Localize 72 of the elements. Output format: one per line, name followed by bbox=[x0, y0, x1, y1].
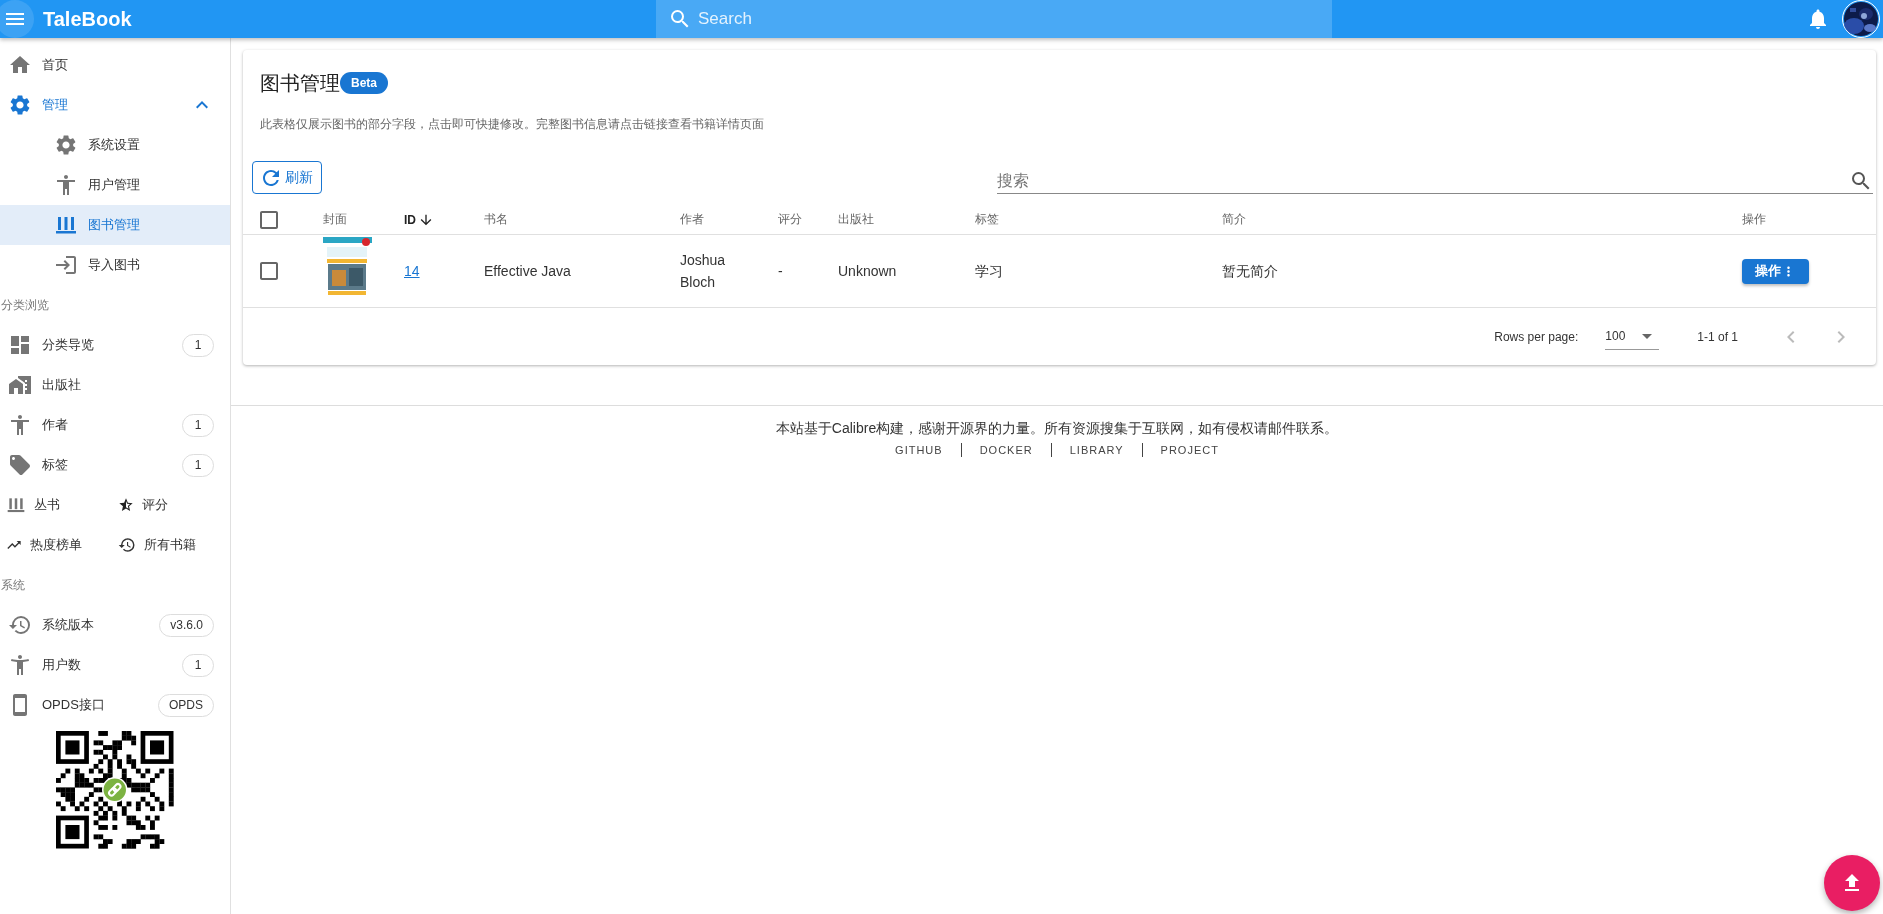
history-icon bbox=[8, 613, 32, 637]
checkbox[interactable] bbox=[257, 259, 281, 283]
table-cell-text: Unknown bbox=[837, 262, 898, 281]
column-header: 简介 bbox=[1222, 211, 1246, 228]
section-title: 分类浏览 bbox=[0, 296, 50, 314]
section-title: 系统 bbox=[0, 576, 26, 594]
gear-icon bbox=[54, 133, 78, 157]
nav-item[interactable]: 丛书 bbox=[0, 485, 112, 525]
column-header: 评分 bbox=[778, 211, 802, 228]
footer-link[interactable]: GITHUB bbox=[877, 444, 961, 456]
table-cell-text: - bbox=[777, 262, 784, 281]
footer-link[interactable]: PROJECT bbox=[1142, 444, 1237, 456]
search-field[interactable]: 搜索 bbox=[997, 168, 1873, 194]
nav-item[interactable]: 导入图书 bbox=[0, 245, 230, 285]
nav-item[interactable]: 所有书籍 bbox=[112, 525, 224, 565]
table-cell-text: Joshua Bloch bbox=[679, 251, 727, 292]
nav-item[interactable]: 出版社 bbox=[0, 365, 230, 405]
column-header: 标签 bbox=[975, 211, 999, 228]
tag-icon bbox=[8, 453, 32, 477]
houses-icon bbox=[8, 373, 32, 397]
avatar-button[interactable] bbox=[1842, 0, 1880, 38]
search-input[interactable]: 搜索 bbox=[997, 171, 1849, 190]
nav-item[interactable]: 图书管理 bbox=[0, 205, 230, 245]
column-header: 出版社 bbox=[838, 211, 874, 228]
rows-per-page-select[interactable]: 100 bbox=[1605, 323, 1660, 350]
nav-item[interactable]: 作者 1 bbox=[0, 405, 230, 445]
caret-icon bbox=[1642, 333, 1653, 339]
figure-icon bbox=[54, 173, 78, 197]
column-header: 封面 bbox=[323, 211, 347, 228]
action-button[interactable]: 操作 bbox=[1742, 258, 1809, 284]
nav-item[interactable]: 评分 bbox=[112, 485, 224, 525]
description: 此表格仅展示图书的部分字段，点击即可快捷修改。完整图书信息请点击链接查看书籍详情页面 bbox=[260, 116, 765, 133]
nav-item[interactable]: 用户管理 bbox=[0, 165, 230, 205]
half-star-icon bbox=[118, 497, 134, 513]
rows-per-page-label: Rows per page: bbox=[1494, 329, 1579, 344]
nav-item[interactable]: 管理 bbox=[0, 85, 230, 125]
figure-icon bbox=[8, 413, 32, 437]
footer-link[interactable]: LIBRARY bbox=[1051, 444, 1142, 456]
nav-item[interactable]: OPDS接口 OPDS bbox=[0, 685, 230, 725]
figure-icon bbox=[8, 653, 32, 677]
nav-item[interactable]: 系统设置 bbox=[0, 125, 230, 165]
column-header: 作者 bbox=[680, 211, 704, 228]
column-header: 书名 bbox=[484, 211, 508, 228]
footer-link[interactable]: DOCKER bbox=[961, 444, 1051, 456]
refresh-button[interactable]: 刷新 bbox=[252, 161, 322, 194]
table-cell-text: Effective Java bbox=[483, 262, 572, 281]
id-link[interactable]: 14 bbox=[404, 263, 420, 279]
search-input[interactable]: Search bbox=[696, 8, 1332, 30]
menu-button[interactable] bbox=[0, 0, 34, 38]
link-icon bbox=[102, 777, 128, 803]
table-cell-text: 暂无简介 bbox=[1221, 262, 1279, 281]
nav-item[interactable]: 首页 bbox=[0, 45, 230, 85]
upload-button[interactable] bbox=[1824, 855, 1880, 911]
column-header: 操作 bbox=[1742, 211, 1766, 228]
app-title: TaleBook bbox=[43, 7, 133, 31]
gear-icon bbox=[8, 93, 32, 117]
nav-item[interactable]: 热度榜单 bbox=[0, 525, 112, 565]
page-title: 图书管理 bbox=[260, 71, 340, 96]
shelf-icon bbox=[6, 495, 26, 515]
tiles-icon bbox=[8, 333, 32, 357]
enter-icon bbox=[54, 253, 78, 277]
page-range: 1-1 of 1 bbox=[1697, 329, 1738, 344]
column-header[interactable]: ID bbox=[404, 212, 416, 227]
nav-item[interactable]: 用户数 1 bbox=[0, 645, 230, 685]
table-cell-text: 学习 bbox=[974, 262, 1004, 281]
nav-item[interactable]: 分类导览 1 bbox=[0, 325, 230, 365]
history-icon bbox=[118, 536, 136, 554]
beta-badge: Beta bbox=[340, 72, 388, 94]
nav-item[interactable]: 系统版本 v3.6.0 bbox=[0, 605, 230, 645]
search-field[interactable]: Search bbox=[656, 0, 1332, 38]
nav-item[interactable]: 标签 1 bbox=[0, 445, 230, 485]
footer-text: 本站基于Calibre构建，感谢开源界的力量。所有资源搜集于互联网，如有侵权请邮件联系。 bbox=[774, 419, 1340, 438]
